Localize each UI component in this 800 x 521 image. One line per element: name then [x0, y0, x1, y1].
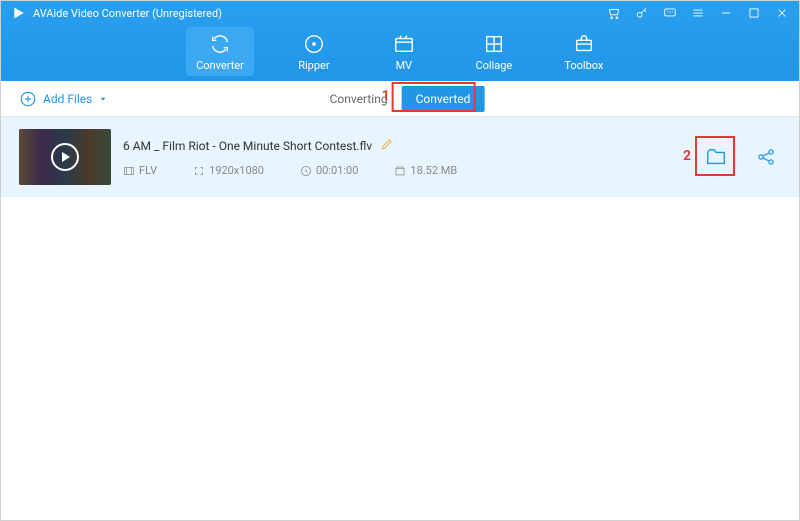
feedback-icon[interactable]: [663, 6, 677, 20]
header: AVAide Video Converter (Unregistered) Co…: [1, 1, 799, 81]
tab-ripper[interactable]: Ripper: [284, 27, 344, 76]
meta-size: 18.52 MB: [394, 164, 457, 177]
video-thumbnail[interactable]: [19, 129, 111, 185]
tab-mv[interactable]: MV: [374, 27, 434, 76]
tab-toolbox[interactable]: Toolbox: [554, 27, 614, 76]
chevron-down-icon: [98, 94, 108, 104]
ripper-icon: [303, 33, 325, 55]
meta-format: FLV: [123, 164, 157, 177]
app-title: AVAide Video Converter (Unregistered): [33, 7, 607, 20]
minimize-icon[interactable]: [719, 6, 733, 20]
play-icon: [51, 143, 79, 171]
status-subtabs: Converting Converted 1: [316, 86, 485, 112]
add-files-label: Add Files: [43, 92, 92, 106]
menu-icon[interactable]: [691, 6, 705, 20]
add-files-button[interactable]: Add Files: [19, 90, 108, 108]
content-area: 6 AM _ Film Riot - One Minute Short Cont…: [1, 117, 799, 197]
file-name-row: 6 AM _ Film Riot - One Minute Short Cont…: [123, 137, 689, 154]
cart-icon[interactable]: [607, 6, 621, 20]
tab-label: Toolbox: [564, 59, 603, 72]
key-icon[interactable]: [635, 6, 649, 20]
file-name: 6 AM _ Film Riot - One Minute Short Cont…: [123, 139, 372, 153]
edit-icon[interactable]: [380, 137, 394, 154]
file-info: 6 AM _ Film Riot - One Minute Short Cont…: [123, 137, 689, 177]
main-tabs: Converter Ripper MV Collage Toolbox: [1, 25, 799, 81]
file-item: 6 AM _ Film Riot - One Minute Short Cont…: [1, 117, 799, 197]
open-folder-button[interactable]: [701, 142, 731, 172]
tab-collage[interactable]: Collage: [464, 27, 524, 76]
close-icon[interactable]: [775, 6, 789, 20]
converter-icon: [209, 33, 231, 55]
subtab-converted[interactable]: Converted: [402, 86, 485, 112]
tab-label: MV: [396, 59, 413, 72]
item-actions: 2: [701, 142, 781, 172]
window-controls: [607, 6, 789, 20]
subtab-converting[interactable]: Converting: [316, 86, 402, 112]
file-meta: FLV 1920x1080 00:01:00 18.52 MB: [123, 164, 689, 177]
meta-resolution: 1920x1080: [193, 164, 264, 177]
maximize-icon[interactable]: [747, 6, 761, 20]
toolbox-icon: [573, 33, 595, 55]
tab-label: Converter: [196, 59, 244, 72]
tab-converter[interactable]: Converter: [186, 27, 254, 76]
titlebar: AVAide Video Converter (Unregistered): [1, 1, 799, 25]
app-logo-icon: [11, 5, 27, 21]
tab-label: Ripper: [298, 59, 329, 72]
mv-icon: [393, 33, 415, 55]
share-button[interactable]: [751, 142, 781, 172]
sub-toolbar: Add Files Converting Converted 1: [1, 81, 799, 117]
meta-duration: 00:01:00: [300, 164, 358, 177]
collage-icon: [483, 33, 505, 55]
tab-label: Collage: [475, 59, 512, 72]
